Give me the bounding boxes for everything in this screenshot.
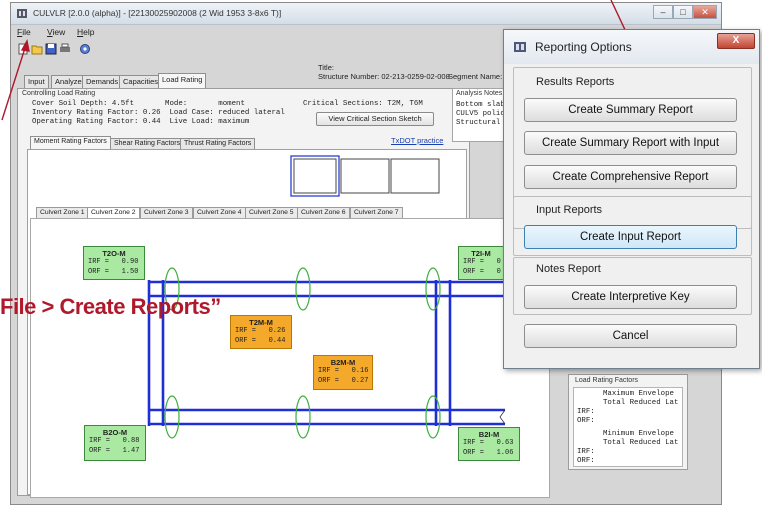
rating-box-irf: IRF = 0.26 bbox=[235, 327, 286, 335]
min-irf-label: IRF: bbox=[577, 448, 595, 456]
create-summary-report-with-input-button[interactable]: Create Summary Report with Input bbox=[524, 131, 737, 155]
reporting-options-dialog: Reporting Options X Results Reports Crea… bbox=[503, 29, 760, 369]
rating-box-t2m-m: T2M-M IRF = 0.26 ORF = 0.44 bbox=[230, 315, 292, 349]
load-rating-factors-box: Maximum Envelope Total Reduced Lat IRF: … bbox=[573, 387, 683, 467]
rating-box-irf: IRF = 0.88 bbox=[89, 437, 140, 445]
create-interpretive-key-button[interactable]: Create Interpretive Key bbox=[524, 285, 737, 309]
rating-box-b2m-m: B2M-M IRF = 0.16 ORF = 0.27 bbox=[313, 355, 373, 390]
min-orf-label: ORF: bbox=[577, 457, 595, 465]
rating-box-b2i-m: B2I-M IRF = 0.63 ORF = 1.06 bbox=[458, 427, 520, 461]
rating-box-id: T2M-M bbox=[249, 318, 273, 327]
culvert-app-icon bbox=[514, 42, 526, 52]
create-summary-report-button[interactable]: Create Summary Report bbox=[524, 98, 737, 122]
rating-box-id: B2O-M bbox=[102, 428, 128, 437]
input-reports-header: Input Reports bbox=[536, 204, 603, 216]
create-comprehensive-report-button[interactable]: Create Comprehensive Report bbox=[524, 165, 737, 189]
rating-box-orf: ORF = 0.27 bbox=[318, 376, 369, 385]
rating-box-irf: IRF = 0 bbox=[463, 258, 501, 266]
load-rating-factors-panel: Load Rating Factors Maximum Envelope Tot… bbox=[568, 374, 688, 470]
rating-box-id: B2I-M bbox=[478, 430, 500, 439]
dialog-close-button[interactable]: X bbox=[717, 33, 755, 49]
max-envelope-case: Total Reduced Lat bbox=[603, 399, 679, 407]
rating-box-orf: ORF = 0 bbox=[463, 267, 501, 276]
rating-box-orf: ORF = 1.06 bbox=[463, 448, 514, 457]
rating-box-orf: ORF = 1.47 bbox=[89, 446, 140, 455]
results-reports-header: Results Reports bbox=[536, 76, 615, 88]
dialog-title-bar: Reporting Options X bbox=[504, 30, 759, 64]
rating-box-t2i-m: T2I-M IRF = 0 ORF = 0 bbox=[458, 246, 504, 280]
rating-box-irf: IRF = 0.90 bbox=[88, 258, 139, 266]
annotation-text: File > Create Reports” bbox=[0, 294, 221, 319]
min-envelope-case: Total Reduced Lat bbox=[603, 439, 679, 447]
max-envelope-label: Maximum Envelope bbox=[603, 390, 674, 398]
dialog-title: Reporting Options bbox=[535, 40, 632, 54]
rating-box-id: T2I-M bbox=[471, 249, 491, 258]
rating-box-id: B2M-M bbox=[330, 358, 356, 367]
notes-report-header: Notes Report bbox=[536, 263, 601, 275]
min-envelope-label: Minimum Envelope bbox=[603, 430, 674, 438]
rating-box-orf: ORF = 1.50 bbox=[88, 267, 139, 276]
max-irf-label: IRF: bbox=[577, 408, 595, 416]
load-rating-factors-label: Load Rating Factors bbox=[575, 377, 639, 384]
rating-box-t2o-m: T2O-M IRF = 0.90 ORF = 1.50 bbox=[83, 246, 145, 280]
rating-box-orf: ORF = 0.44 bbox=[235, 336, 286, 345]
rating-box-id: T2O-M bbox=[102, 249, 126, 258]
cancel-button[interactable]: Cancel bbox=[524, 324, 737, 348]
rating-box-irf: IRF = 0.16 bbox=[318, 367, 369, 375]
max-orf-label: ORF: bbox=[577, 417, 595, 425]
rating-box-b2o-m: B2O-M IRF = 0.88 ORF = 1.47 bbox=[84, 425, 146, 461]
create-input-report-button[interactable]: Create Input Report bbox=[524, 225, 737, 249]
rating-box-irf: IRF = 0.63 bbox=[463, 439, 514, 447]
